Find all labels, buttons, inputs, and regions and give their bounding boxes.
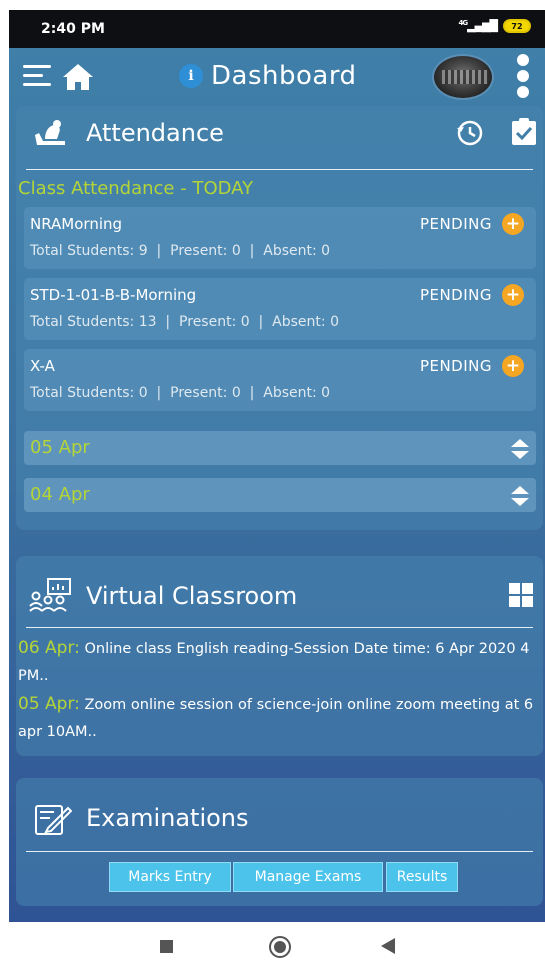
status-badge: PENDING (419, 357, 492, 375)
app-screen: i Dashboard Attendance Class Attendance … (9, 48, 545, 922)
examinations-header: Examinations (16, 778, 543, 835)
attendance-header: Attendance (16, 106, 543, 160)
class-stats: Total Students: 13 | Present: 0 | Absent… (30, 314, 339, 330)
item-date: 05 Apr: (18, 694, 80, 714)
info-icon[interactable]: i (179, 64, 203, 88)
class-card[interactable]: X-A PENDING + Total Students: 0 | Presen… (24, 349, 536, 411)
item-text: Online class English reading-Session Dat… (18, 641, 530, 684)
examinations-title: Examinations (86, 804, 249, 832)
battery-icon: 72 (503, 19, 531, 33)
history-icon[interactable] (455, 118, 485, 148)
home-icon[interactable] (61, 62, 95, 92)
status-bar: 2:40 PM 4G▂▄▆█ 72 (9, 10, 545, 48)
virtual-classroom-title: Virtual Classroom (86, 582, 298, 610)
class-name: STD-1-01-B-B-Morning (30, 286, 197, 304)
item-text: Zoom online session of science-join onli… (18, 697, 534, 740)
home-nav-icon[interactable] (269, 936, 291, 958)
class-name: NRAMorning (30, 215, 123, 233)
add-attendance-icon[interactable]: + (502, 213, 524, 235)
class-card[interactable]: NRAMorning PENDING + Total Students: 9 |… (24, 207, 536, 269)
status-badge: PENDING (419, 215, 492, 233)
signal-icon: 4G▂▄▆█ (458, 19, 498, 33)
avatar[interactable] (432, 54, 494, 100)
item-date: 06 Apr: (18, 638, 80, 658)
exam-edit-icon (35, 805, 72, 835)
list-item[interactable]: 06 Apr: Online class English reading-Ses… (18, 635, 543, 690)
class-name: X-A (30, 357, 55, 375)
add-attendance-icon[interactable]: + (502, 355, 524, 377)
recents-icon[interactable] (160, 940, 173, 953)
classroom-icon (29, 578, 71, 612)
status-time: 2:40 PM (41, 21, 105, 37)
date-label: 04 Apr (30, 484, 90, 505)
app-bar: i Dashboard (9, 48, 545, 106)
marks-entry-button[interactable]: Marks Entry (109, 862, 231, 892)
class-stats: Total Students: 9 | Present: 0 | Absent:… (30, 243, 331, 259)
system-nav-bar (9, 922, 545, 961)
add-attendance-icon[interactable]: + (502, 284, 524, 306)
divider (26, 851, 533, 852)
list-item[interactable]: 05 Apr: Zoom online session of science-j… (18, 691, 543, 746)
expand-toggle-icon[interactable] (510, 438, 530, 460)
page-title-group: i Dashboard (179, 61, 357, 91)
attendance-subtitle: Class Attendance - TODAY (18, 178, 254, 199)
attendance-title: Attendance (86, 119, 224, 147)
attendance-icon (35, 120, 65, 145)
divider (26, 627, 533, 628)
virtual-classroom-header: Virtual Classroom (16, 556, 543, 612)
date-row[interactable]: 04 Apr (24, 478, 536, 512)
examinations-panel: Examinations Marks Entry Manage Exams Re… (16, 778, 543, 906)
results-button[interactable]: Results (386, 862, 458, 892)
grid-icon[interactable] (508, 582, 534, 608)
date-row[interactable]: 05 Apr (24, 431, 536, 465)
more-options-icon[interactable] (517, 54, 531, 100)
menu-icon[interactable] (23, 65, 51, 87)
date-label: 05 Apr (30, 437, 90, 458)
virtual-classroom-panel: Virtual Classroom 06 Apr: Online class E… (16, 556, 543, 756)
page-title: Dashboard (211, 61, 357, 91)
phone-frame: 2:40 PM 4G▂▄▆█ 72 i Dashboard Attendance… (9, 0, 545, 961)
divider (26, 169, 533, 170)
attendance-panel: Attendance Class Attendance - TODAY NRAM… (16, 106, 543, 530)
back-icon[interactable] (381, 938, 395, 954)
class-card[interactable]: STD-1-01-B-B-Morning PENDING + Total Stu… (24, 278, 536, 340)
expand-toggle-icon[interactable] (510, 485, 530, 507)
status-badge: PENDING (419, 286, 492, 304)
manage-exams-button[interactable]: Manage Exams (233, 862, 383, 892)
clipboard-check-icon[interactable] (510, 117, 538, 147)
class-stats: Total Students: 0 | Present: 0 | Absent:… (30, 385, 331, 401)
